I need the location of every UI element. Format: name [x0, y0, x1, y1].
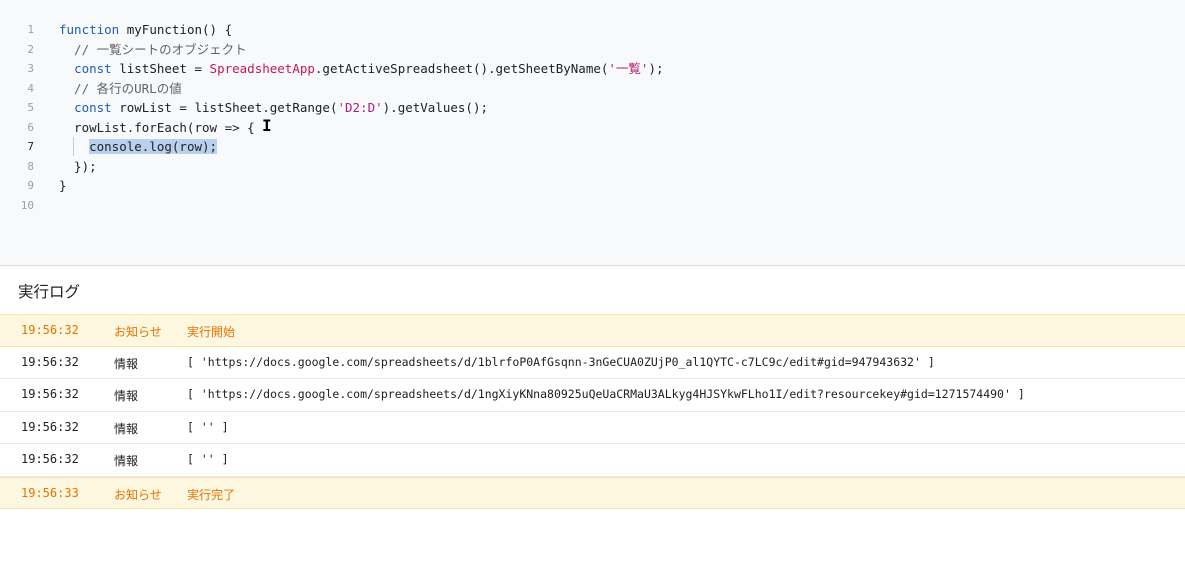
text-cursor-icon: I — [262, 116, 272, 135]
code-editor[interactable]: 1 function myFunction() {2 // 一覧シートのオブジェク… — [0, 0, 1185, 266]
code-text: } — [59, 176, 67, 196]
code-token: } — [59, 178, 67, 193]
code-token: SpreadsheetApp — [209, 61, 315, 76]
execution-log-title: 実行ログ — [18, 283, 81, 301]
log-level: お知らせ — [114, 487, 162, 502]
line-number: 5 — [27, 101, 34, 114]
code-token: ); — [648, 61, 664, 76]
line-number: 10 — [20, 198, 34, 212]
log-level: 情報 — [114, 356, 139, 371]
code-token: rowList.forEach(row => { — [59, 119, 255, 135]
code-line[interactable]: 3 const listSheet = SpreadsheetApp.getAc… — [0, 59, 1185, 79]
code-token: myFunction() { — [119, 22, 233, 37]
log-row[interactable]: 19:56:32 情報 [ '' ] — [0, 444, 1185, 477]
line-number: 9 — [27, 179, 34, 192]
line-number: 6 — [27, 120, 34, 134]
code-token: // 一覧シートのオブジェクト — [59, 41, 247, 57]
code-token: ).getValues(); — [382, 100, 488, 115]
log-level: 情報 — [114, 421, 139, 436]
log-timestamp: 19:56:32 — [21, 387, 79, 401]
line-number: 8 — [27, 159, 34, 173]
code-text: rowList.forEach(row => { — [59, 118, 255, 138]
code-token: // 各行のURLの値 — [59, 80, 182, 96]
log-message: [ 'https://docs.google.com/spreadsheets/… — [187, 387, 1025, 401]
log-timestamp: 19:56:33 — [21, 485, 79, 500]
code-token: listSheet = — [111, 61, 210, 76]
code-line[interactable]: 1 function myFunction() { — [0, 20, 1185, 40]
code-token: '一覧' — [608, 61, 649, 76]
log-timestamp: 19:56:32 — [21, 419, 79, 434]
code-line[interactable]: 10 — [0, 196, 1185, 216]
code-text: const listSheet = SpreadsheetApp.getActi… — [59, 59, 664, 79]
code-line[interactable]: 2 // 一覧シートのオブジェクト — [0, 40, 1185, 60]
code-line[interactable]: 5 const rowList = listSheet.getRange('D2… — [0, 98, 1185, 118]
execution-log-table[interactable]: 19:56:32 お知らせ 実行開始 19:56:32 情報 [ 'https://doc… — [0, 314, 1185, 509]
log-row[interactable]: 19:56:32 お知らせ 実行開始 — [0, 314, 1185, 347]
line-number: 2 — [27, 42, 34, 56]
code-token: }); — [59, 158, 97, 174]
code-token: function — [59, 22, 120, 37]
log-timestamp: 19:56:32 — [21, 354, 79, 369]
log-row[interactable]: 19:56:33 お知らせ 実行完了 — [0, 476, 1185, 509]
code-token: .getActiveSpreadsheet().getSheetByName( — [314, 61, 609, 76]
code-line[interactable]: 7 console.log(row); — [0, 137, 1185, 157]
log-level: 情報 — [114, 389, 139, 403]
code-line[interactable]: 6 rowList.forEach(row => { — [0, 118, 1185, 138]
code-text: console.log(row); — [59, 137, 218, 157]
code-text: }); — [59, 157, 97, 177]
line-number: 3 — [27, 62, 34, 75]
log-message: [ '' ] — [187, 452, 229, 466]
code-text: function myFunction() { — [59, 20, 232, 40]
log-timestamp: 19:56:32 — [21, 452, 79, 466]
log-message: [ '' ] — [187, 419, 229, 434]
code-token: 'D2:D' — [337, 100, 383, 115]
code-token: rowList = listSheet.getRange( — [111, 100, 338, 115]
code-text: // 各行のURLの値 — [59, 79, 182, 99]
log-message: 実行開始 — [187, 325, 236, 339]
indent-guide — [73, 137, 74, 156]
code-line[interactable]: 9} — [0, 176, 1185, 196]
line-number: 4 — [27, 81, 34, 95]
code-token: const — [74, 61, 112, 76]
line-number: 1 — [27, 23, 34, 36]
log-level: お知らせ — [114, 325, 162, 339]
log-message: [ 'https://docs.google.com/spreadsheets/… — [187, 354, 935, 369]
code-token: const — [74, 100, 112, 115]
code-text: // 一覧シートのオブジェクト — [59, 40, 247, 60]
log-row[interactable]: 19:56:32 情報 [ 'https://docs.google.com/spr… — [0, 379, 1185, 412]
code-line[interactable]: 4 // 各行のURLの値 — [0, 79, 1185, 99]
log-level: 情報 — [114, 454, 139, 468]
code-line[interactable]: 8 }); — [0, 157, 1185, 177]
log-row[interactable]: 19:56:32 情報 [ 'https://docs.google.com/spr… — [0, 347, 1185, 379]
log-row[interactable]: 19:56:32 情報 [ '' ] — [0, 412, 1185, 444]
code-text: const rowList = listSheet.getRange('D2:D… — [59, 98, 488, 118]
line-number: 7 — [27, 140, 34, 153]
selected-code-token: console.log(row); — [89, 139, 218, 154]
log-message: 実行完了 — [187, 487, 236, 502]
log-timestamp: 19:56:32 — [21, 323, 79, 337]
